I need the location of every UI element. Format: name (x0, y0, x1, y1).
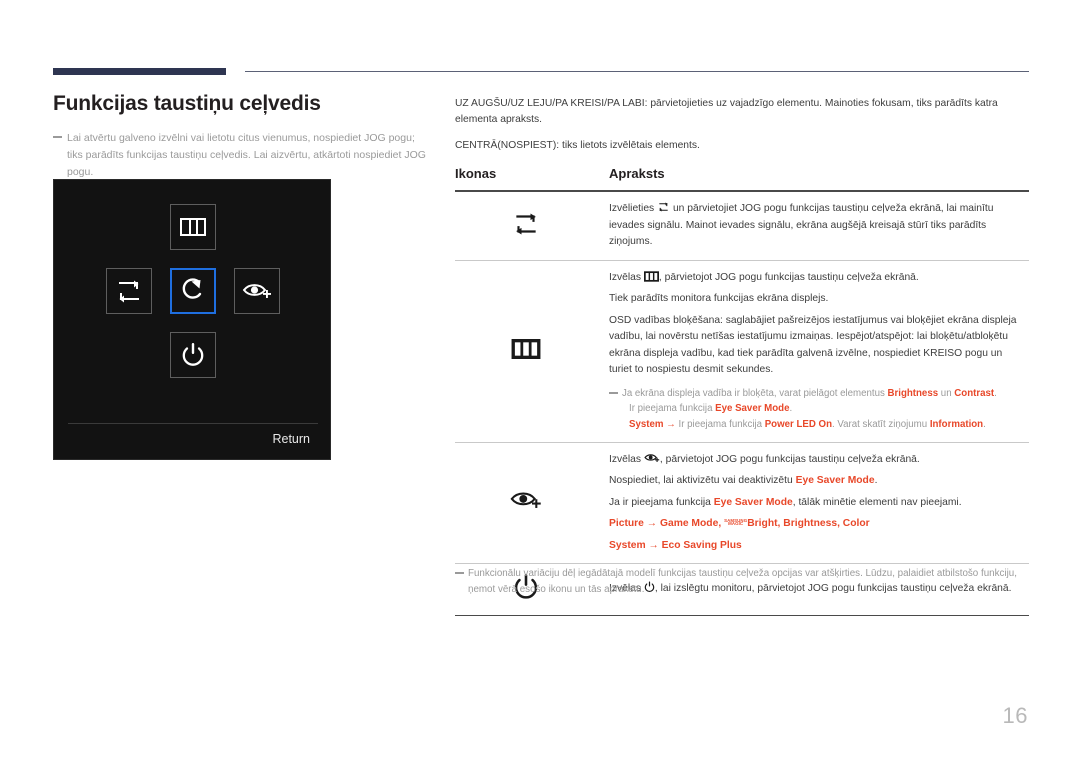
samsung-magic-logo: SAMSUNG MAGIC (724, 518, 747, 527)
description-line: OSD vadības bloķēšana: saglabājiet pašre… (609, 314, 1017, 376)
highlight-eco-saving-plus: Eco Saving Plus (661, 539, 742, 551)
eye-saver-icon (242, 284, 271, 298)
table-footnote: Funkcionālu variāciju dēļ iegādātajā mod… (455, 566, 1029, 598)
menu-icon (511, 338, 540, 359)
note-dash-icon (609, 391, 618, 394)
arrow-glyph: → (645, 539, 662, 551)
description-line: Izvēlas , pārvietojot JOG pogu funkcijas… (609, 271, 919, 283)
osd-key-menu[interactable] (170, 204, 216, 250)
note-text: Ir pieejama funkcija (678, 419, 765, 431)
highlight-game-mode: Game Mode (659, 518, 719, 530)
note-line-1: Ja ekrāna displeja vadība ir bloķēta, va… (622, 386, 1027, 402)
note-text: un (938, 387, 955, 399)
description-text: . (874, 475, 878, 487)
osd-key-source[interactable] (106, 268, 152, 314)
column-header-icon: Ikonas (455, 166, 596, 193)
osd-key-cluster (54, 200, 332, 378)
header-rule-thin (245, 71, 1029, 72)
note-text: . Varat skatīt ziņojumu (832, 419, 930, 431)
highlight-color: Color (842, 518, 870, 530)
source-swap-icon (515, 213, 536, 235)
highlight-eye-saver-mode: Eye Saver Mode (715, 403, 790, 415)
page-title: Funkcijas taustiņu ceļvedis (53, 92, 321, 115)
description-line: Izvēlieties un pārvietojiet JOG pogu fun… (609, 202, 994, 248)
description-line: Ja ir pieejama funkcija Eye Saver Mode, … (609, 495, 1027, 511)
highlight-magic-bright: Bright (747, 518, 778, 530)
header-rule-accent (53, 68, 226, 75)
highlight-system: System (629, 419, 664, 431)
source-swap-icon (659, 202, 668, 212)
note-line-3: System → Ir pieejama funkcija Power LED … (622, 417, 1027, 433)
description-line-picture-path: Picture → Game Mode, SAMSUNG MAGIC Bright,… (609, 516, 1027, 532)
description-line-system-path: System → Eco Saving Plus (609, 538, 1027, 554)
row-description-cell-source: Izvēlieties un pārvietojiet JOG pogu fun… (596, 191, 1029, 261)
page-number: 16 (1002, 703, 1028, 728)
description-text: Nospiediet, lai aktivizētu vai deaktiviz… (609, 475, 796, 487)
note-text: . (983, 419, 986, 431)
highlight-system: System (609, 539, 646, 551)
osd-return-label: Return (272, 432, 310, 446)
intro-paragraph-navigation: UZ AUGŠU/UZ LEJU/PA KREISI/PA LABI: pārv… (455, 98, 998, 126)
highlight-power-led-on: Power LED On (764, 419, 832, 431)
highlight-eye-saver-mode: Eye Saver Mode (795, 475, 875, 487)
arrow-glyph: → (643, 518, 660, 530)
highlight-information: Information (929, 419, 984, 431)
row-icon-cell-source (455, 191, 596, 261)
highlight-picture: Picture (609, 518, 644, 530)
note-dash-icon (455, 572, 464, 574)
intro-note: Lai atvērtu galveno izvēlni vai lietotu … (53, 130, 433, 181)
row-description-cell-eye-saver: Izvēlas , pārvietojot JOG pogu funkcijas… (596, 442, 1029, 565)
arrow-glyph: → (663, 419, 679, 431)
menu-icon (643, 271, 659, 282)
note-text: . (789, 403, 793, 415)
intro-note-text: Lai atvērtu galveno izvēlni vai lietotu … (67, 132, 426, 178)
note-line-2: Ir pieejama funkcija Eye Saver Mode. (622, 401, 1027, 417)
note-text: Ir pieejama funkcija (629, 403, 716, 415)
note-text: . (994, 387, 997, 399)
row-icon-cell-eye-saver (455, 442, 596, 565)
highlight-contrast: Contrast (954, 387, 995, 399)
function-key-table: Ikonas Apraksts Izvēlieties un pārvietoj… (455, 166, 1029, 617)
source-swap-icon (119, 280, 139, 303)
description-line: Tiek parādīts monitora funkcijas ekrāna … (609, 293, 829, 305)
right-column: UZ AUGŠU/UZ LEJU/PA KREISI/PA LABI: pārv… (455, 96, 1029, 617)
highlight-brightness: Brightness (887, 387, 939, 399)
osd-key-power[interactable] (170, 332, 216, 378)
left-column: Funkcijas taustiņu ceļvedis Lai atvērtu … (53, 92, 433, 181)
intro-paragraph-center: CENTRĀ(NOSPIEST): tiks lietots izvēlētai… (455, 139, 700, 151)
table-header-row: Ikonas Apraksts (455, 166, 1029, 193)
table-row: Izvēlas , pārvietojot JOG pogu funkcijas… (455, 260, 1029, 443)
magic-logo-bottom: MAGIC (728, 521, 744, 527)
eye-saver-icon (510, 493, 541, 509)
highlight-brightness: Brightness (783, 518, 838, 530)
column-header-description: Apraksts (596, 166, 1029, 193)
table-row: Izvēlieties un pārvietojiet JOG pogu fun… (455, 191, 1029, 261)
footnote-text: Funkcionālu variāciju dēļ iegādātajā mod… (468, 568, 1017, 595)
highlight-eye-saver-mode: Eye Saver Mode (713, 496, 793, 508)
osd-key-return[interactable] (170, 268, 216, 314)
description-text: Ja ir pieejama funkcija (609, 496, 714, 508)
row-icon-cell-menu (455, 260, 596, 443)
menu-row-note: Ja ekrāna displeja vadība ir bloķēta, va… (609, 386, 1027, 433)
description-line: Nospiediet, lai aktivizētu vai deaktiviz… (609, 473, 1027, 489)
table-row: Izvēlas , pārvietojot JOG pogu funkcijas… (455, 442, 1029, 565)
note-dash-icon (53, 136, 62, 138)
row-description-cell-menu: Izvēlas , pārvietojot JOG pogu funkcijas… (596, 260, 1029, 443)
description-line: Izvēlas , pārvietojot JOG pogu funkcijas… (609, 453, 920, 465)
osd-function-key-guide-image: Return (53, 179, 331, 460)
description-text: , tālāk minētie elementi nav pieejami. (792, 496, 962, 508)
power-icon (182, 343, 204, 366)
eye-saver-icon (644, 454, 660, 462)
note-text: Ja ekrāna displeja vadība ir bloķēta, va… (622, 387, 888, 399)
osd-key-eye-saver[interactable] (234, 268, 280, 314)
menu-icon (180, 218, 206, 236)
return-arrow-icon (182, 278, 202, 299)
osd-divider (68, 423, 318, 424)
